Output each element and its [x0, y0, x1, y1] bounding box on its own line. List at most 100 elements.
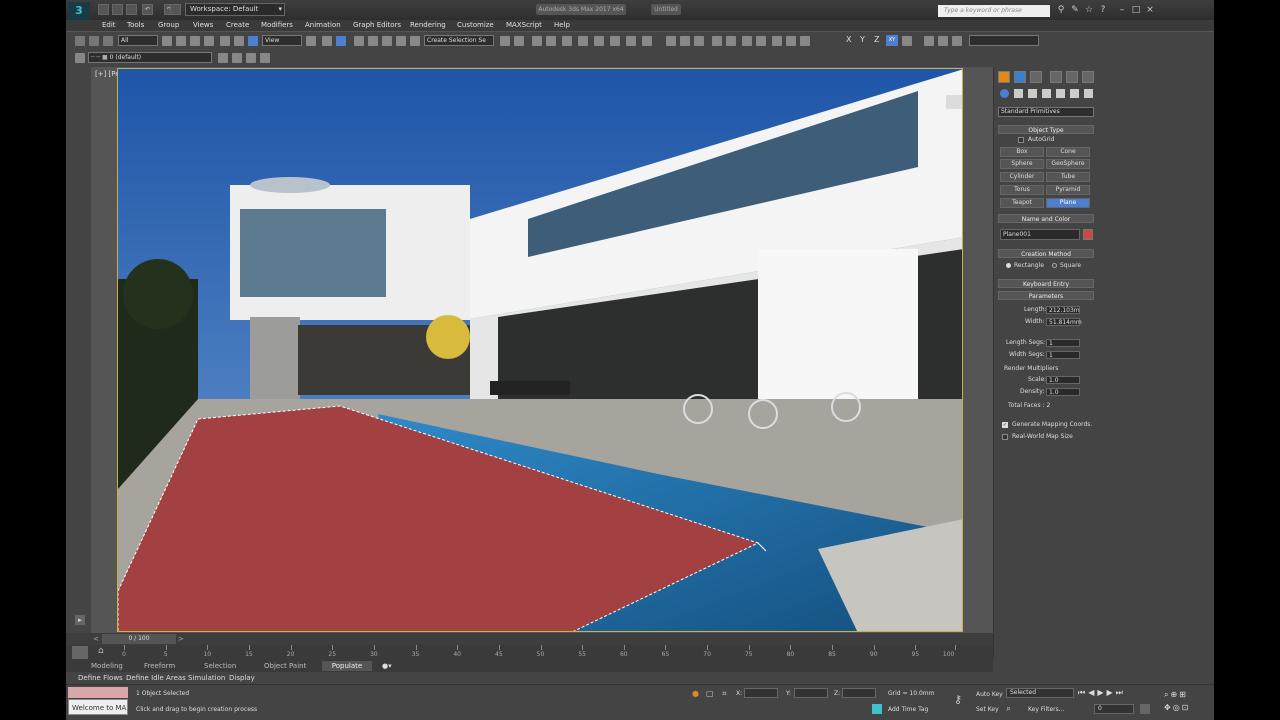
menu-views[interactable]: Views	[193, 20, 213, 31]
frame-display[interactable]: 0 / 100	[102, 634, 176, 644]
object-name-input[interactable]: Plane001	[1000, 229, 1080, 240]
object-type-rollout[interactable]: Object Type	[998, 125, 1094, 134]
object-color-swatch[interactable]	[1083, 229, 1093, 240]
time-tag-icon[interactable]	[872, 704, 882, 714]
teapot-button[interactable]: Teapot	[1000, 198, 1044, 208]
layer-dropdown[interactable]: ─ ─ ■ 0 (default)	[88, 52, 212, 63]
star-icon[interactable]: ☆	[1083, 4, 1095, 16]
sphere-button[interactable]: Sphere	[1000, 159, 1044, 169]
ribbon-tab-object-paint[interactable]: Object Paint	[264, 661, 306, 671]
isolate-selection-icon[interactable]: ●	[692, 689, 699, 698]
track-filter-icon[interactable]: ⌂	[98, 646, 112, 657]
define-idle-areas-tab[interactable]: Define Idle Areas	[126, 673, 186, 683]
select-manipulate-icon[interactable]	[322, 36, 332, 46]
track-ruler[interactable]: 0 5 10 15 20 25 30 35 40 45 50 55 60 65 …	[122, 645, 957, 660]
maxscript-mini-listener[interactable]	[68, 687, 128, 698]
square-radio[interactable]	[1052, 263, 1057, 268]
add-layer-icon[interactable]	[232, 53, 242, 63]
curve-editor-icon[interactable]	[562, 36, 572, 46]
time-slider[interactable]: < 0 / 100 >	[66, 633, 993, 645]
layers-icon[interactable]	[75, 53, 85, 63]
maxscript-listener[interactable]: Welcome to MA	[68, 699, 128, 715]
y-coordinate-input[interactable]	[794, 688, 828, 698]
motion-tab-icon[interactable]	[1050, 71, 1062, 83]
state-sets-icon[interactable]	[800, 36, 810, 46]
binoculars-icon[interactable]: ⚲	[1055, 4, 1067, 16]
layer-settings-icon[interactable]	[218, 53, 228, 63]
project-folder-icon[interactable]	[170, 4, 181, 15]
render-iterative-icon[interactable]	[742, 36, 752, 46]
width-segs-input[interactable]: 1	[1046, 351, 1080, 359]
axis-constraint-icon[interactable]	[902, 36, 912, 46]
geosphere-button[interactable]: GeoSphere	[1046, 159, 1090, 169]
keyboard-entry-rollout[interactable]: Keyboard Entry	[998, 279, 1094, 288]
render-production-icon[interactable]	[642, 36, 652, 46]
maximize-icon[interactable]: □	[1130, 4, 1142, 16]
minimize-icon[interactable]: –	[1116, 4, 1128, 16]
density-input[interactable]: 1.0	[1046, 388, 1080, 396]
axis-x[interactable]: X	[846, 35, 851, 44]
auto-key-button[interactable]: Auto Key	[976, 691, 1003, 699]
selection-filter-dropdown[interactable]: All	[118, 35, 158, 46]
simulation-tab[interactable]: Simulation	[188, 673, 225, 683]
track-bar[interactable]: ⌂ 0 5 10 15 20 25 30 35 40 45 50 55 60 6…	[66, 645, 993, 660]
rectangular-selection-icon[interactable]	[190, 36, 200, 46]
move-icon[interactable]	[220, 36, 230, 46]
material-editor-icon[interactable]	[594, 36, 604, 46]
select-object-icon[interactable]	[162, 36, 172, 46]
menu-group[interactable]: Group	[158, 20, 179, 31]
schematic-view-icon[interactable]	[578, 36, 588, 46]
select-by-name-icon[interactable]	[176, 36, 186, 46]
ribbon-options-icon[interactable]: ●▾	[382, 661, 392, 671]
time-config-icon[interactable]	[1140, 704, 1150, 714]
save-file-icon[interactable]	[126, 4, 137, 15]
tools-icon[interactable]: ✎	[1069, 4, 1081, 16]
lights-icon[interactable]	[1028, 89, 1037, 98]
playback-controls[interactable]: ⏮◀▶▶⏭	[1078, 688, 1158, 700]
set-key-mode-icon[interactable]	[924, 36, 934, 46]
window-crossing-icon[interactable]	[204, 36, 214, 46]
key-filters-button[interactable]: Key Filters...	[1028, 706, 1065, 714]
reference-coordinate-dropdown[interactable]: View	[262, 35, 302, 46]
toggle-layer-explorer-icon[interactable]	[546, 36, 556, 46]
percent-snap-icon[interactable]	[382, 36, 392, 46]
geometry-icon[interactable]	[1000, 89, 1009, 98]
category-dropdown[interactable]: Standard Primitives	[998, 107, 1094, 117]
ribbon-tab-modeling[interactable]: Modeling	[91, 661, 123, 671]
undo-icon[interactable]: ↶	[142, 4, 153, 15]
real-world-checkbox[interactable]	[1002, 434, 1008, 440]
tube-button[interactable]: Tube	[1046, 172, 1090, 182]
help-icon[interactable]: ?	[1097, 4, 1109, 16]
viewport-background-image[interactable]	[117, 68, 963, 632]
modify-tab-icon[interactable]	[1014, 71, 1026, 83]
axis-y[interactable]: Y	[860, 35, 865, 44]
ribbon-tab-selection[interactable]: Selection	[204, 661, 236, 671]
cone-button[interactable]: Cone	[1046, 147, 1090, 157]
define-flows-tab[interactable]: Define Flows	[78, 673, 123, 683]
highlight-layer-icon[interactable]	[260, 53, 270, 63]
search-input[interactable]: Type a keyword or phrase	[938, 5, 1050, 17]
menu-rendering[interactable]: Rendering	[410, 20, 446, 31]
current-frame-input[interactable]: 0	[1094, 704, 1134, 714]
ribbon-tab-freeform[interactable]: Freeform	[144, 661, 175, 671]
rectangle-radio[interactable]	[1006, 263, 1011, 268]
mini-curve-editor-icon[interactable]	[72, 646, 88, 659]
ribbon-tab-populate[interactable]: Populate	[322, 661, 372, 671]
x-coordinate-input[interactable]	[744, 688, 778, 698]
selection-lock-icon[interactable]: ▢	[706, 689, 714, 698]
helpers-icon[interactable]	[1056, 89, 1065, 98]
systems-icon[interactable]	[1084, 89, 1093, 98]
graphite-icon[interactable]	[694, 36, 704, 46]
pivot-center-icon[interactable]	[306, 36, 316, 46]
spinner-snap-icon[interactable]	[396, 36, 406, 46]
menu-create[interactable]: Create	[226, 20, 249, 31]
space-warps-icon[interactable]	[1070, 89, 1079, 98]
menu-help[interactable]: Help	[554, 20, 570, 31]
rendered-frame-window-icon[interactable]	[626, 36, 636, 46]
menu-graph-editors[interactable]: Graph Editors	[353, 20, 401, 31]
pyramid-button[interactable]: Pyramid	[1046, 185, 1090, 195]
arnold-icon[interactable]	[772, 36, 782, 46]
time-slider-prev[interactable]: <	[93, 635, 99, 643]
select-in-layer-icon[interactable]	[246, 53, 256, 63]
active-shade-icon[interactable]	[756, 36, 766, 46]
